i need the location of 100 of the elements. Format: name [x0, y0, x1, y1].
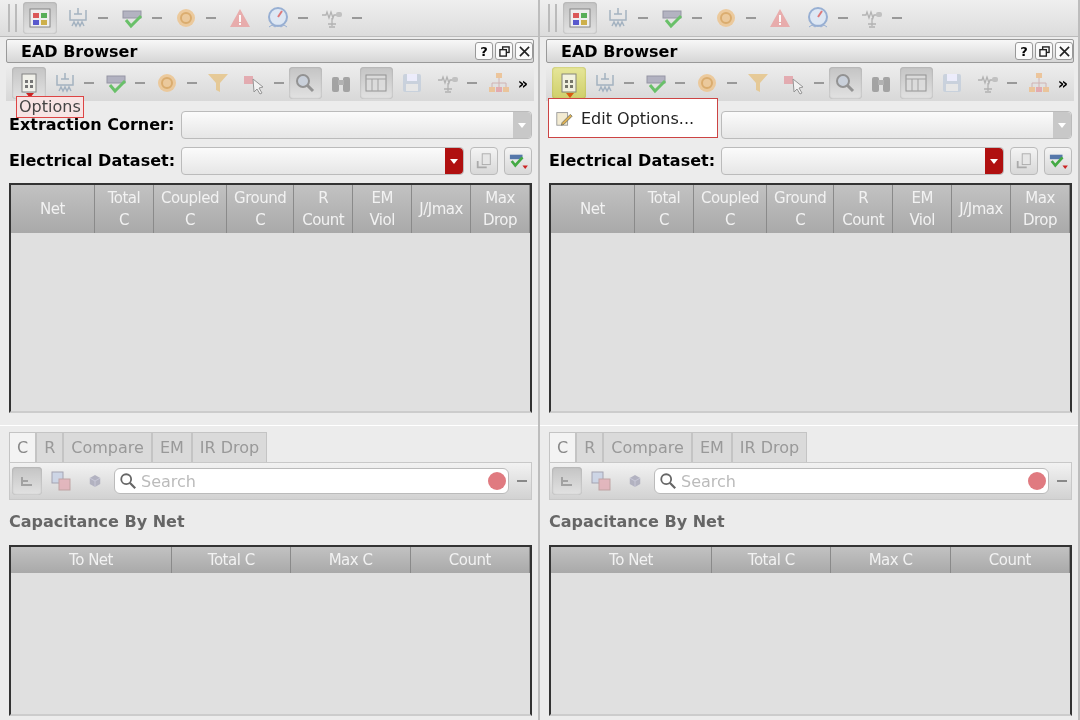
grid-icon — [28, 6, 52, 30]
toolbar-button[interactable] — [828, 67, 863, 99]
tab[interactable]: R — [576, 432, 604, 462]
grip-handle[interactable] — [8, 4, 17, 32]
hierarchy-icon — [1026, 71, 1051, 95]
window-title: EAD Browser — [560, 41, 678, 61]
dropdown-icon[interactable] — [1028, 472, 1046, 490]
gauge-icon — [806, 6, 830, 30]
document-button[interactable] — [470, 147, 498, 175]
tab[interactable]: C — [9, 432, 37, 462]
cube-icon — [86, 472, 104, 490]
check-tag-icon — [508, 152, 528, 170]
tooltip: Options — [16, 96, 84, 118]
dataset-dropdown[interactable] — [721, 147, 1004, 175]
circuit-icon — [66, 6, 90, 30]
column-header[interactable]: Total C — [635, 185, 694, 233]
pencil-note-icon — [555, 109, 573, 127]
search-icon — [659, 472, 677, 490]
tab[interactable]: EM — [691, 432, 732, 462]
close-button[interactable] — [1055, 42, 1073, 60]
column-header[interactable]: J/Jmax — [412, 185, 472, 233]
tab[interactable]: Compare — [603, 432, 692, 462]
overflow-button[interactable]: » — [1057, 73, 1068, 93]
help-button[interactable]: ? — [1015, 42, 1033, 60]
float-button[interactable] — [495, 42, 513, 60]
column-header[interactable]: Net — [11, 185, 95, 233]
corner-dropdown[interactable] — [721, 111, 1072, 139]
column-header[interactable]: To Net — [11, 547, 173, 573]
table-icon — [904, 71, 929, 95]
dropdown-icon[interactable] — [488, 472, 506, 490]
corner-dropdown[interactable] — [181, 111, 532, 139]
filter-icon — [746, 71, 771, 95]
filter-icon — [206, 71, 231, 95]
column-header[interactable]: R Count — [294, 185, 354, 233]
gauge-icon — [266, 6, 290, 30]
tab[interactable]: C — [549, 432, 577, 462]
circle-icon — [714, 6, 738, 30]
close-button[interactable] — [515, 42, 533, 60]
tab[interactable]: EM — [151, 432, 192, 462]
column-header[interactable]: EM Viol — [893, 185, 953, 233]
column-header[interactable]: Count — [410, 547, 530, 573]
window-title: EAD Browser — [20, 41, 138, 61]
column-header[interactable]: Net — [551, 185, 635, 233]
toolbar-button[interactable] — [23, 2, 57, 34]
grip-handle[interactable] — [548, 4, 557, 32]
menu-item[interactable]: Edit Options... — [549, 108, 695, 128]
toolbar-button[interactable] — [12, 67, 46, 99]
cube-icon — [626, 472, 644, 490]
column-header[interactable]: Ground C — [767, 185, 835, 233]
overflow-button[interactable]: » — [517, 73, 528, 93]
search-field[interactable]: Search — [114, 468, 509, 494]
grid-icon — [568, 6, 592, 30]
section-heading: Capacitance By Net — [8, 511, 186, 533]
document-icon — [475, 152, 493, 170]
column-header[interactable]: EM Viol — [353, 185, 413, 233]
tab[interactable]: IR Drop — [731, 432, 808, 462]
float-button[interactable] — [1035, 42, 1053, 60]
tab[interactable]: IR Drop — [191, 432, 268, 462]
document-button[interactable] — [1010, 147, 1038, 175]
column-header[interactable]: Coupled C — [153, 185, 228, 233]
help-button[interactable]: ? — [475, 42, 493, 60]
tree-button[interactable] — [552, 467, 582, 495]
search-icon — [119, 472, 137, 490]
section-heading: Capacitance By Net — [548, 511, 726, 533]
table-icon — [364, 71, 389, 95]
column-header[interactable]: Max C — [291, 547, 411, 573]
column-header[interactable]: To Net — [551, 547, 713, 573]
dataset-dropdown[interactable] — [181, 147, 464, 175]
column-header[interactable]: Max Drop — [471, 185, 530, 233]
tab[interactable]: R — [36, 432, 64, 462]
column-header[interactable]: Max C — [831, 547, 951, 573]
column-header[interactable]: Coupled C — [693, 185, 768, 233]
check-tag-icon — [1048, 152, 1068, 170]
field-label: Electrical Dataset: — [549, 150, 716, 172]
field-label: Extraction Corner: — [9, 115, 175, 136]
squares-icon — [589, 469, 613, 493]
squares-icon — [49, 469, 73, 493]
document-icon — [1015, 152, 1033, 170]
hierarchy-icon — [486, 71, 511, 95]
column-header[interactable]: Max Drop — [1011, 185, 1070, 233]
field-label: Electrical Dataset: — [9, 150, 176, 172]
column-header[interactable]: R Count — [834, 185, 894, 233]
toolbar-button[interactable] — [552, 67, 586, 99]
check-menu-button[interactable] — [504, 147, 532, 175]
column-header[interactable]: Total C — [172, 547, 292, 573]
tree-button[interactable] — [12, 467, 42, 495]
column-header[interactable]: Total C — [95, 185, 154, 233]
save-icon — [940, 71, 964, 95]
toolbar-button[interactable] — [288, 67, 323, 99]
save-icon — [400, 71, 424, 95]
tab[interactable]: Compare — [63, 432, 152, 462]
column-header[interactable]: Count — [950, 547, 1070, 573]
toolbar-button[interactable] — [563, 2, 597, 34]
circle-icon — [174, 6, 198, 30]
column-header[interactable]: Ground C — [227, 185, 295, 233]
column-header[interactable]: J/Jmax — [952, 185, 1012, 233]
column-header[interactable]: Total C — [712, 547, 832, 573]
check-menu-button[interactable] — [1044, 147, 1072, 175]
circuit-icon — [606, 6, 630, 30]
search-field[interactable]: Search — [654, 468, 1049, 494]
